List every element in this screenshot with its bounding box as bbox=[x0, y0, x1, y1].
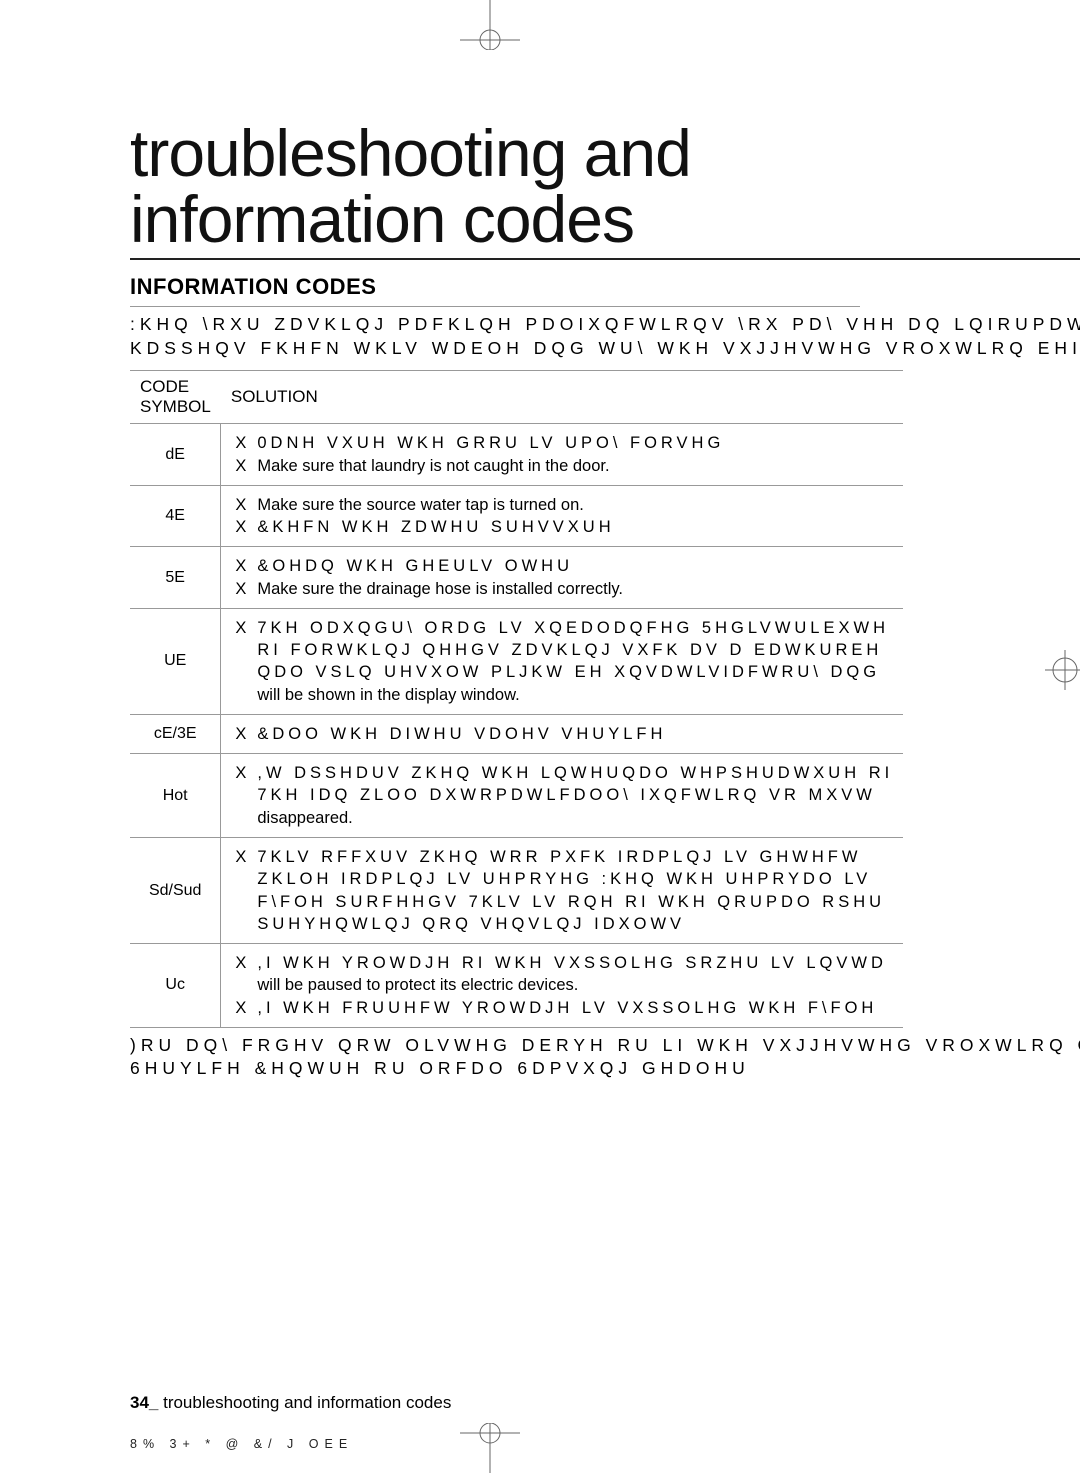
bullet-icon: X bbox=[235, 617, 250, 639]
footer-chapter: troubleshooting and information codes bbox=[158, 1393, 451, 1412]
solution-text: &DOO WKH DIWHU VDOHV VHUYLFH bbox=[257, 725, 666, 743]
table-row: dE X 0DNH VXUH WKH GRRU LV UPO\ FORVHG X Mak… bbox=[130, 424, 903, 486]
solution-text: ,I WKH YROWDJH RI WKH VXSSOLHG SRZHU LV … bbox=[257, 954, 887, 994]
solution-cell: X&OHDQ WKH GHEULV OWHUXMake sure the dra… bbox=[221, 547, 903, 609]
bullet-icon: X bbox=[235, 578, 250, 600]
codes-table: CODE SYMBOL SOLUTION dE X 0DNH VXUH WKH GR… bbox=[130, 370, 903, 1028]
solution-item: X ,I WKH YROWDJH RI WKH VXSSOLHG SRZHU LV… bbox=[235, 952, 893, 997]
solution-text: 7KH ODXQGU\ ORDG LV XQEDODQFHG 5HGLVWULE… bbox=[257, 619, 889, 704]
bullet-icon: X bbox=[235, 952, 250, 974]
th-code-symbol: CODE SYMBOL bbox=[130, 371, 221, 424]
solution-text: 0DNH VXUH WKH GRRU LV UPO\ FORVHG bbox=[257, 434, 724, 452]
table-row: Uc X ,I WKH YROWDJH RI WKH VXSSOLHG SRZHU … bbox=[130, 944, 903, 1028]
solution-item: X 7KLV RFFXUV ZKHQ WRR PXFK IRDPLQJ LV GH… bbox=[235, 846, 893, 935]
bullet-icon: X bbox=[235, 455, 250, 477]
table-row: Hot X ,W DSSHDUV ZKHQ WKH LQWHUQDO WHPSHUD… bbox=[130, 754, 903, 838]
solution-item: X Make sure that laundry is not caught in… bbox=[235, 455, 893, 477]
section-heading: INFORMATION CODES bbox=[130, 274, 1080, 300]
solution-cell: X ,W DSSHDUV ZKHQ WKH LQWHUQDO WHPSHUDWXU… bbox=[221, 754, 903, 838]
solution-text: 7KLV RFFXUV ZKHQ WRR PXFK IRDPLQJ LV GHW… bbox=[257, 848, 885, 933]
title-line-1: troubleshooting and bbox=[130, 116, 691, 190]
code-cell: dE bbox=[130, 424, 221, 486]
bullet-icon: X bbox=[235, 997, 250, 1019]
table-row: Sd/Sud X 7KLV RFFXUV ZKHQ WRR PXFK IRDPLQJ… bbox=[130, 837, 903, 943]
title-line-2: information codes bbox=[130, 182, 634, 256]
code-cell: cE/3E bbox=[130, 714, 221, 753]
crop-mark-bottom bbox=[430, 1423, 550, 1473]
solution-text: Make sure that laundry is not caught in … bbox=[257, 457, 609, 475]
code-cell: Hot bbox=[130, 754, 221, 838]
file-footer: 8% 3+ * @ &/ J OEE bbox=[130, 1437, 353, 1451]
solution-text: ,I WKH FRUUHFW YROWDJH LV VXSSOLHG WKH F… bbox=[257, 999, 877, 1017]
bullet-icon: X bbox=[235, 516, 250, 538]
intro-line-2: KDSSHQV FKHFN WKLV WDEOH DQG WU\ WKH VXJ… bbox=[130, 338, 1080, 358]
solution-cell: X ,I WKH YROWDJH RI WKH VXSSOLHG SRZHU LV… bbox=[221, 944, 903, 1028]
th-solution: SOLUTION bbox=[221, 371, 903, 424]
bullet-icon: X bbox=[235, 846, 250, 868]
code-cell: UE bbox=[130, 608, 221, 714]
solution-item: X&DOO WKH DIWHU VDOHV VHUYLFH bbox=[235, 723, 893, 745]
table-row: cE/3E X&DOO WKH DIWHU VDOHV VHUYLFH bbox=[130, 714, 903, 753]
solution-text: ,W DSSHDUV ZKHQ WKH LQWHUQDO WHPSHUDWXUH… bbox=[257, 764, 893, 827]
solution-cell: X 0DNH VXUH WKH GRRU LV UPO\ FORVHG X Make … bbox=[221, 424, 903, 486]
solution-cell: X Make sure the source water tap is turne… bbox=[221, 485, 903, 547]
solution-item: X&KHFN WKH ZDWHU SUHVVXUH bbox=[235, 516, 893, 538]
solution-item: X ,I WKH FRUUHFW YROWDJH LV VXSSOLHG WKH … bbox=[235, 997, 893, 1019]
solution-item: X 0DNH VXUH WKH GRRU LV UPO\ FORVHG bbox=[235, 432, 893, 454]
solution-item: X Make sure the source water tap is turne… bbox=[235, 494, 893, 516]
page-footer: 34_ troubleshooting and information code… bbox=[130, 1393, 451, 1413]
solution-text: Make sure the drainage hose is installed… bbox=[257, 580, 623, 598]
divider bbox=[130, 306, 860, 307]
solution-text: Make sure the source water tap is turned… bbox=[257, 496, 584, 514]
bullet-icon: X bbox=[235, 555, 250, 577]
page-number: 34_ bbox=[130, 1393, 158, 1412]
solution-text: &KHFN WKH ZDWHU SUHVVXUH bbox=[257, 518, 614, 536]
code-cell: 5E bbox=[130, 547, 221, 609]
solution-item: X Make sure the drainage hose is installe… bbox=[235, 578, 893, 600]
bullet-icon: X bbox=[235, 762, 250, 784]
bullet-icon: X bbox=[235, 494, 250, 516]
table-row: 5EX&OHDQ WKH GHEULV OWHUXMake sure the d… bbox=[130, 547, 903, 609]
table-row: UE X 7KH ODXQGU\ ORDG LV XQEDODQFHG 5HGLVW… bbox=[130, 608, 903, 714]
code-cell: Uc bbox=[130, 944, 221, 1028]
table-row: 4E X Make sure the source water tap is tur… bbox=[130, 485, 903, 547]
code-cell: 4E bbox=[130, 485, 221, 547]
page-content: troubleshooting and information codes IN… bbox=[130, 120, 1080, 1081]
table-header-row: CODE SYMBOL SOLUTION bbox=[130, 371, 903, 424]
bullet-icon: X bbox=[235, 432, 250, 454]
intro-line-1: :KHQ \RXU ZDVKLQJ PDFKLQH PDOIXQFWLRQV \… bbox=[130, 314, 1080, 334]
solution-item: X&OHDQ WKH GHEULV OWHU bbox=[235, 555, 893, 577]
outro-paragraph: )RU DQ\ FRGHV QRW OLVWHG DERYH RU LI WKH… bbox=[130, 1034, 1080, 1081]
code-cell: Sd/Sud bbox=[130, 837, 221, 943]
outro-line-2: 6HUYLFH &HQWUH RU ORFDO 6DPVXQJ GHDOHU bbox=[130, 1058, 750, 1078]
crop-mark-top bbox=[430, 0, 550, 50]
solution-item: X 7KH ODXQGU\ ORDG LV XQEDODQFHG 5HGLVWUL… bbox=[235, 617, 893, 706]
bullet-icon: X bbox=[235, 723, 250, 745]
solution-cell: X 7KH ODXQGU\ ORDG LV XQEDODQFHG 5HGLVWUL… bbox=[221, 608, 903, 714]
page-title: troubleshooting and information codes bbox=[130, 120, 1080, 260]
solution-cell: X 7KLV RFFXUV ZKHQ WRR PXFK IRDPLQJ LV GH… bbox=[221, 837, 903, 943]
outro-line-1: )RU DQ\ FRGHV QRW OLVWHG DERYH RU LI WKH… bbox=[130, 1035, 1080, 1055]
solution-item: X ,W DSSHDUV ZKHQ WKH LQWHUQDO WHPSHUDWXU… bbox=[235, 762, 893, 829]
intro-paragraph: :KHQ \RXU ZDVKLQJ PDFKLQH PDOIXQFWLRQV \… bbox=[130, 313, 1080, 360]
solution-cell: X&DOO WKH DIWHU VDOHV VHUYLFH bbox=[221, 714, 903, 753]
solution-text: &OHDQ WKH GHEULV OWHU bbox=[257, 557, 573, 575]
